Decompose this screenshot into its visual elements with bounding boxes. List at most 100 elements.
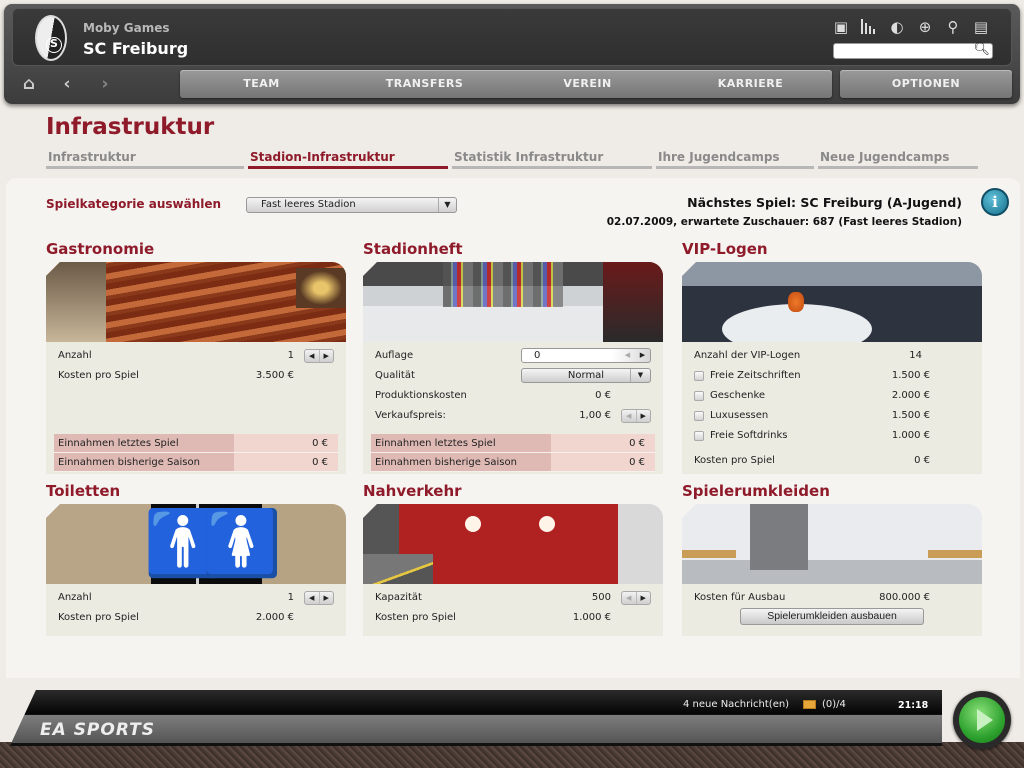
tab-verein[interactable]: VEREIN xyxy=(506,70,669,98)
info-icon[interactable]: i xyxy=(981,188,1009,216)
toolbar-icons: ▣ ◐ ⊕ ⚲ ▤ xyxy=(831,17,991,37)
window-icon[interactable]: ▣ xyxy=(831,17,851,37)
gastronomie-count-stepper[interactable]: ◀ ▶ xyxy=(304,349,334,363)
increment-icon[interactable]: ▶ xyxy=(318,592,334,604)
card-title: VIP-Logen xyxy=(682,240,768,258)
subtab-neue-jugendcamps[interactable]: Neue Jugendcamps xyxy=(818,150,978,169)
decrement-icon[interactable]: ◀ xyxy=(620,349,635,362)
nahverkehr-image xyxy=(363,504,663,584)
card-title: Stadionheft xyxy=(363,240,463,258)
toiletten-image xyxy=(46,504,346,584)
tab-transfers[interactable]: TRANSFERS xyxy=(343,70,506,98)
home-icon[interactable]: ⌂ xyxy=(20,74,38,94)
spielerumkleiden-ausbauen-button[interactable]: Spielerumkleiden ausbauen xyxy=(740,608,924,625)
row-label: Kosten pro Spiel xyxy=(375,612,456,623)
increment-icon[interactable]: ▶ xyxy=(635,592,651,604)
bar-chart-icon[interactable] xyxy=(859,17,879,37)
chevron-down-icon: ▼ xyxy=(630,369,650,382)
row-value: 2.000 € xyxy=(891,390,930,401)
player-search-icon[interactable]: ⚲ xyxy=(943,17,963,37)
spielerumkleiden-image xyxy=(682,504,982,584)
increment-icon[interactable]: ▶ xyxy=(635,349,650,362)
subtab-statistik-infrastruktur[interactable]: Statistik Infrastruktur xyxy=(452,150,652,169)
page-title: Infrastruktur xyxy=(46,114,215,140)
tab-team[interactable]: TEAM xyxy=(180,70,343,98)
card-body: Anzahl 1 ◀ ▶ Kosten pro Spiel 3.500 € Ein… xyxy=(46,342,346,474)
globe-icon[interactable]: ⊕ xyxy=(915,17,935,37)
income-value: 0 € xyxy=(234,434,338,452)
stadionheft-income-table: Einnahmen letztes Spiel 0 € Einnahmen bi… xyxy=(371,434,655,472)
card-gastronomie: Gastronomie Anzahl 1 ◀ ▶ Kosten pro Spiel… xyxy=(46,240,346,474)
search-icon[interactable]: 🔍︎ xyxy=(973,42,990,57)
qualitaet-select[interactable]: Normal ▼ xyxy=(521,368,651,383)
vip-count-row: Anzahl der VIP-Logen 14 xyxy=(690,346,974,366)
kapazitaet-row: Kapazität 500 ◀ ▶ xyxy=(371,588,655,608)
row-label: Luxusessen xyxy=(710,410,769,421)
subtab-infrastruktur[interactable]: Infrastruktur xyxy=(46,150,244,169)
row-label: Kapazität xyxy=(375,592,422,603)
row-value: 1.500 € xyxy=(891,370,930,381)
row-label: Freie Softdrinks xyxy=(710,430,788,441)
clock: 21:18 xyxy=(898,700,929,711)
app-name: Moby Games xyxy=(83,21,170,35)
forward-icon[interactable]: › xyxy=(96,74,114,94)
footer-bar: EA SPORTS xyxy=(10,690,942,746)
mail-icon[interactable] xyxy=(803,700,816,709)
produktionskosten-row: Produktionskosten 0 € xyxy=(371,386,655,406)
back-icon[interactable]: ‹ xyxy=(58,74,76,94)
geschenke-checkbox[interactable] xyxy=(694,391,704,401)
auflage-input[interactable]: 0 ◀ ▶ xyxy=(521,348,651,363)
verkaufspreis-stepper[interactable]: ◀ ▶ xyxy=(621,409,651,423)
vip-option-row: Luxusessen 1.500 € xyxy=(690,406,974,426)
history-nav: ⌂ ‹ › xyxy=(20,74,114,94)
increment-icon[interactable]: ▶ xyxy=(635,410,651,422)
kapazitaet-stepper[interactable]: ◀ ▶ xyxy=(621,591,651,605)
header-top: Moby Games SC Freiburg ▣ ◐ ⊕ ⚲ ▤ 🔍︎ xyxy=(12,8,1012,66)
loading-circle-icon[interactable]: ◐ xyxy=(887,17,907,37)
decrement-icon[interactable]: ◀ xyxy=(622,592,636,604)
tab-optionen[interactable]: OPTIONEN xyxy=(840,70,1012,98)
main-tabs: TEAM TRANSFERS VEREIN KARRIERE xyxy=(180,70,832,98)
decrement-icon[interactable]: ◀ xyxy=(305,350,319,362)
row-label: Freie Zeitschriften xyxy=(710,370,801,381)
next-game-details: 02.07.2009, erwartete Zuschauer: 687 (Fa… xyxy=(606,216,962,228)
card-spielerumkleiden: Spielerumkleiden Kosten für Ausbau 800.0… xyxy=(682,482,982,636)
subtab-ihre-jugendcamps[interactable]: Ihre Jugendcamps xyxy=(656,150,814,169)
card-title: Gastronomie xyxy=(46,240,155,258)
tab-karriere[interactable]: KARRIERE xyxy=(669,70,832,98)
decrement-icon[interactable]: ◀ xyxy=(622,410,636,422)
search-input[interactable]: 🔍︎ xyxy=(833,42,993,59)
game-category-label: Spielkategorie auswählen xyxy=(46,197,222,211)
messages-link[interactable]: 4 neue Nachricht(en) xyxy=(683,699,789,710)
income-row: Einnahmen bisherige Saison 0 € xyxy=(54,453,338,472)
increment-icon[interactable]: ▶ xyxy=(318,350,334,362)
card-body: Kosten für Ausbau 800.000 € Spielerumkle… xyxy=(682,584,982,636)
continue-play-button[interactable] xyxy=(953,691,1011,749)
freie-softdrinks-checkbox[interactable] xyxy=(694,431,704,441)
header-bar: Moby Games SC Freiburg ▣ ◐ ⊕ ⚲ ▤ 🔍︎ ⌂ ‹ … xyxy=(4,4,1020,104)
subtab-stadion-infrastruktur[interactable]: Stadion-Infrastruktur xyxy=(248,150,448,169)
card-stadionheft: Stadionheft Auflage 0 ◀ ▶ Qualität Normal… xyxy=(363,240,663,474)
freie-zeitschriften-checkbox[interactable] xyxy=(694,371,704,381)
card-title: Toiletten xyxy=(46,482,121,500)
sub-tabs: Infrastruktur Stadion-Infrastruktur Stat… xyxy=(46,150,978,169)
row-label: Anzahl xyxy=(58,350,92,361)
club-crest-logo xyxy=(35,15,67,61)
document-search-icon[interactable]: ▤ xyxy=(971,17,991,37)
vip-option-row: Freie Zeitschriften 1.500 € xyxy=(690,366,974,386)
ausbau-cost-row: Kosten für Ausbau 800.000 € xyxy=(690,588,974,608)
card-nahverkehr: Nahverkehr Kapazität 500 ◀ ▶ Kosten pro S… xyxy=(363,482,663,636)
game-category-value: Fast leeres Stadion xyxy=(261,199,356,210)
gastronomie-income-table: Einnahmen letztes Spiel 0 € Einnahmen bi… xyxy=(54,434,338,472)
decrement-icon[interactable]: ◀ xyxy=(305,592,319,604)
game-category-select[interactable]: Fast leeres Stadion ▼ xyxy=(246,197,457,213)
row-value: 0 € xyxy=(914,455,930,466)
ea-sports-logo: EA SPORTS xyxy=(40,720,156,740)
income-value: 0 € xyxy=(551,434,655,452)
toiletten-count-stepper[interactable]: ◀ ▶ xyxy=(304,591,334,605)
card-body: Anzahl der VIP-Logen 14 Freie Zeitschrif… xyxy=(682,342,982,474)
luxusessen-checkbox[interactable] xyxy=(694,411,704,421)
income-label: Einnahmen letztes Spiel xyxy=(371,434,551,452)
nahverkehr-cost-row: Kosten pro Spiel 1.000 € xyxy=(371,608,655,628)
row-label: Kosten pro Spiel xyxy=(58,370,139,381)
